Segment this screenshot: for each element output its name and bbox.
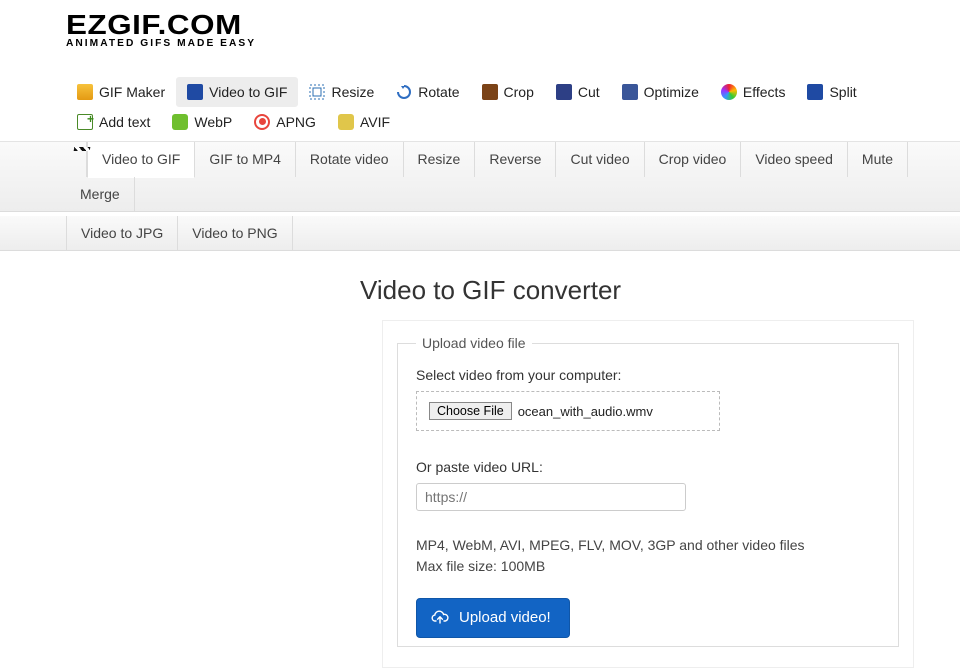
secondary-nav: Video to GIF GIF to MP4 Rotate video Res… bbox=[0, 141, 960, 212]
selected-file-name: ocean_with_audio.wmv bbox=[518, 404, 653, 419]
upload-button-label: Upload video! bbox=[459, 609, 551, 626]
upload-fieldset: Upload video file Select video from your… bbox=[397, 335, 899, 647]
subnav-crop-video[interactable]: Crop video bbox=[645, 142, 742, 177]
nav-webp[interactable]: WebP bbox=[161, 107, 243, 137]
formats-line: MP4, WebM, AVI, MPEG, FLV, MOV, 3GP and … bbox=[416, 535, 880, 555]
nav-video-to-gif[interactable]: Video to GIF bbox=[176, 77, 298, 107]
url-input[interactable] bbox=[416, 483, 686, 511]
nav-label: Video to GIF bbox=[209, 84, 287, 100]
subnav-resize[interactable]: Resize bbox=[404, 142, 476, 177]
subnav-reverse[interactable]: Reverse bbox=[475, 142, 556, 177]
site-tagline: ANIMATED GIFS MADE EASY bbox=[66, 38, 960, 49]
subnav-label: Mute bbox=[862, 151, 893, 167]
nav-split[interactable]: Split bbox=[796, 77, 867, 107]
upload-button[interactable]: Upload video! bbox=[416, 598, 570, 638]
upload-legend: Upload video file bbox=[416, 335, 532, 351]
rotate-icon bbox=[396, 84, 412, 100]
formats-hint: MP4, WebM, AVI, MPEG, FLV, MOV, 3GP and … bbox=[416, 535, 880, 576]
video-icon bbox=[187, 84, 203, 100]
gif-icon bbox=[77, 84, 93, 100]
choose-file-button[interactable]: Choose File bbox=[429, 402, 512, 420]
subnav-label: Video speed bbox=[755, 151, 833, 167]
site-logo[interactable]: EZGIF.COM bbox=[66, 14, 960, 36]
subnav-video-speed[interactable]: Video speed bbox=[741, 142, 848, 177]
nav-gif-maker[interactable]: GIF Maker bbox=[66, 77, 176, 107]
select-file-label: Select video from your computer: bbox=[416, 367, 880, 383]
subnav-label: Crop video bbox=[659, 151, 727, 167]
nav-label: WebP bbox=[194, 114, 232, 130]
nav-label: Add text bbox=[99, 114, 150, 130]
subnav-label: Reverse bbox=[489, 151, 541, 167]
subnav-label: Cut video bbox=[570, 151, 629, 167]
nav-effects[interactable]: Effects bbox=[710, 77, 797, 107]
subnav-label: Merge bbox=[80, 186, 120, 202]
apng-icon bbox=[254, 114, 270, 130]
subnav-mute[interactable]: Mute bbox=[848, 142, 908, 177]
nav-rotate[interactable]: Rotate bbox=[385, 77, 470, 107]
subnav-cut-video[interactable]: Cut video bbox=[556, 142, 644, 177]
secondary-nav-row2: Video to JPG Video to PNG bbox=[0, 216, 960, 251]
subnav-home-icon[interactable] bbox=[66, 142, 87, 177]
nav-label: Resize bbox=[331, 84, 374, 100]
nav-optimize[interactable]: Optimize bbox=[611, 77, 710, 107]
avif-icon bbox=[338, 114, 354, 130]
subnav-label: Resize bbox=[418, 151, 461, 167]
subnav-rotate-video[interactable]: Rotate video bbox=[296, 142, 404, 177]
paste-url-label: Or paste video URL: bbox=[416, 459, 880, 475]
webp-icon bbox=[172, 114, 188, 130]
nav-label: Crop bbox=[504, 84, 534, 100]
nav-label: APNG bbox=[276, 114, 316, 130]
nav-label: Cut bbox=[578, 84, 600, 100]
nav-crop[interactable]: Crop bbox=[471, 77, 545, 107]
subnav-merge[interactable]: Merge bbox=[66, 177, 135, 211]
subnav-gif-to-mp4[interactable]: GIF to MP4 bbox=[195, 142, 296, 177]
nav-cut[interactable]: Cut bbox=[545, 77, 611, 107]
subnav-label: Video to JPG bbox=[81, 225, 163, 241]
crop-icon bbox=[482, 84, 498, 100]
cloud-upload-icon bbox=[431, 609, 449, 627]
effects-icon bbox=[721, 84, 737, 100]
file-drop-area[interactable]: Choose File ocean_with_audio.wmv bbox=[416, 391, 720, 431]
nav-avif[interactable]: AVIF bbox=[327, 107, 401, 137]
resize-icon bbox=[309, 84, 325, 100]
subnav-video-to-png[interactable]: Video to PNG bbox=[178, 216, 292, 250]
optimize-icon bbox=[622, 84, 638, 100]
nav-resize[interactable]: Resize bbox=[298, 77, 385, 107]
size-line: Max file size: 100MB bbox=[416, 556, 880, 576]
nav-label: Optimize bbox=[644, 84, 699, 100]
split-icon bbox=[807, 84, 823, 100]
nav-label: AVIF bbox=[360, 114, 390, 130]
nav-label: Effects bbox=[743, 84, 786, 100]
subnav-label: GIF to MP4 bbox=[209, 151, 281, 167]
primary-nav: GIF Maker Video to GIF Resize Rotate Cro… bbox=[0, 77, 960, 137]
nav-label: GIF Maker bbox=[99, 84, 165, 100]
nav-apng[interactable]: APNG bbox=[243, 107, 327, 137]
subnav-label: Video to PNG bbox=[192, 225, 277, 241]
subnav-label: Video to GIF bbox=[102, 151, 180, 167]
subnav-video-to-gif[interactable]: Video to GIF bbox=[87, 142, 195, 178]
nav-label: Rotate bbox=[418, 84, 459, 100]
page-title: Video to GIF converter bbox=[360, 275, 960, 306]
nav-add-text[interactable]: Add text bbox=[66, 107, 161, 137]
subnav-label: Rotate video bbox=[310, 151, 389, 167]
subnav-video-to-jpg[interactable]: Video to JPG bbox=[66, 216, 178, 250]
cut-icon bbox=[556, 84, 572, 100]
add-text-icon bbox=[77, 114, 93, 130]
nav-label: Split bbox=[829, 84, 856, 100]
upload-panel: Upload video file Select video from your… bbox=[382, 320, 914, 668]
